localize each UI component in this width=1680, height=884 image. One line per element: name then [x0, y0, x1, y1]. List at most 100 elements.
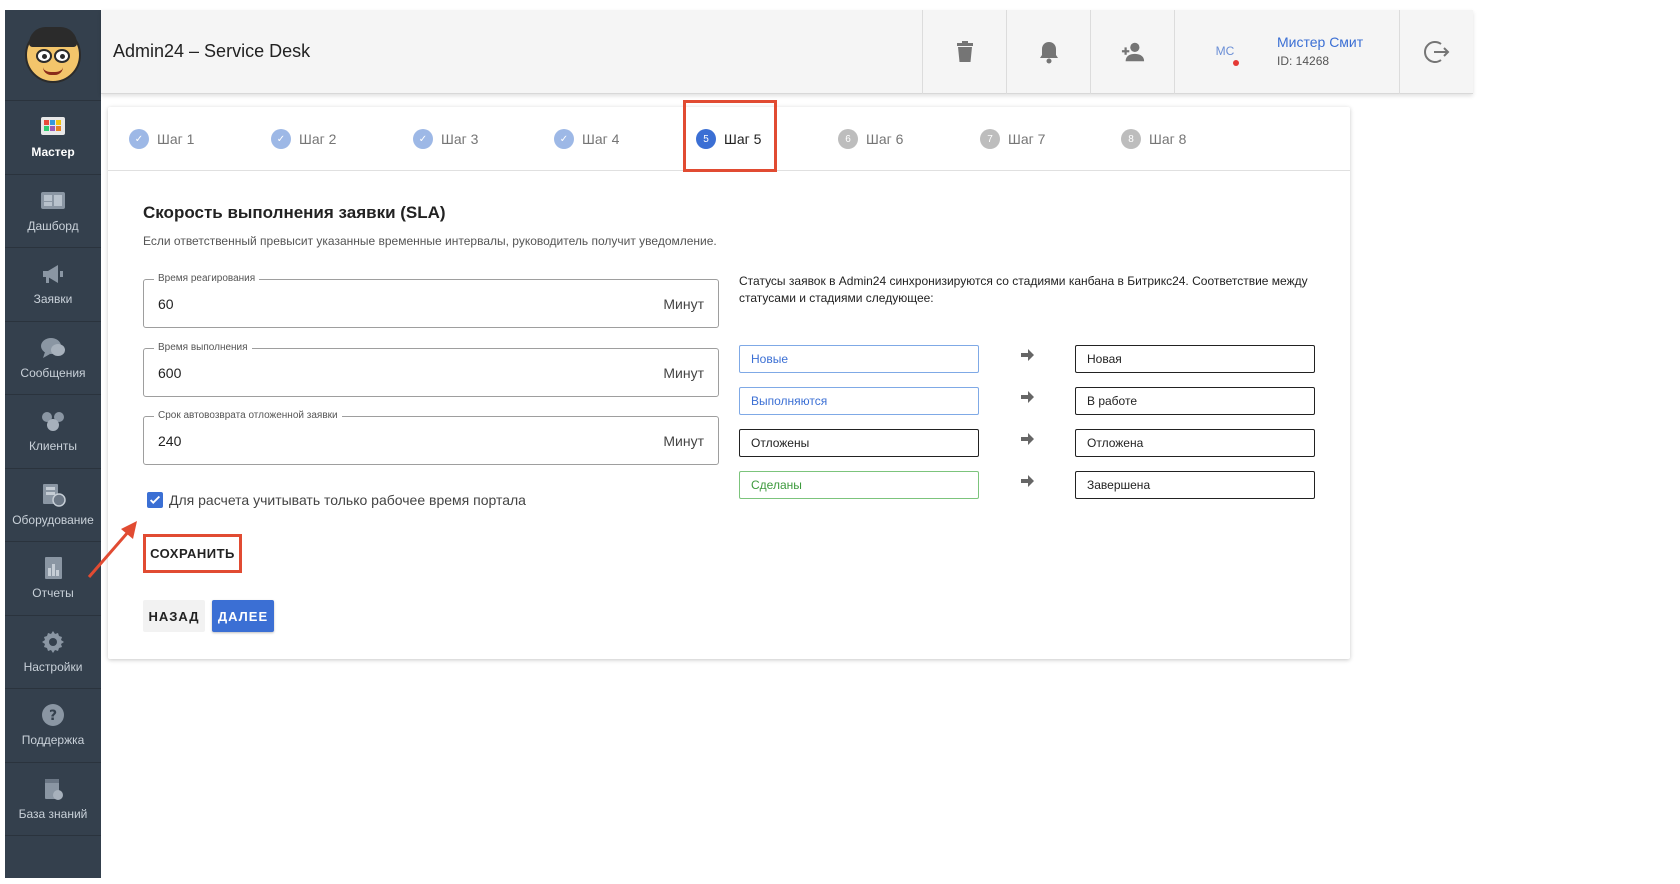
- field-value[interactable]: 60: [158, 296, 174, 312]
- field-label: Время выполнения: [154, 342, 252, 353]
- sidebar-item-messages[interactable]: Сообщения: [5, 322, 101, 395]
- admin24-status: Выполняются: [739, 387, 979, 415]
- step-label: Шаг 8: [1149, 131, 1187, 147]
- step-number: 6: [838, 129, 858, 149]
- logout-button[interactable]: [1400, 10, 1473, 94]
- clients-icon: [39, 409, 67, 433]
- admin24-status: Отложены: [739, 429, 979, 457]
- gear-icon: [39, 630, 67, 654]
- user-menu[interactable]: МС Мистер Смит ID: 14268: [1174, 10, 1400, 94]
- field-unit: Минут: [663, 365, 704, 381]
- step-2[interactable]: ✓ Шаг 2: [271, 128, 336, 150]
- chat-icon: [39, 336, 67, 360]
- step-label: Шаг 2: [299, 131, 337, 147]
- check-icon: ✓: [413, 129, 433, 149]
- step-label: Шаг 1: [157, 131, 195, 147]
- checkbox-label: Для расчета учитывать только рабочее вре…: [169, 492, 526, 508]
- step-number: 7: [980, 129, 1000, 149]
- reports-icon: [39, 556, 67, 580]
- back-button[interactable]: НАЗАД: [143, 600, 205, 632]
- field-value[interactable]: 240: [158, 433, 181, 449]
- sidebar-item-label: Сообщения: [20, 365, 86, 380]
- save-button[interactable]: СОХРАНИТЬ: [143, 534, 242, 573]
- arrow-right-icon: [1020, 432, 1034, 446]
- field-label: Срок автовозврата отложенной заявки: [154, 410, 342, 421]
- user-id: ID: 14268: [1277, 54, 1330, 68]
- app-window: Мастер Дашборд Заявки Сообщения Клиенты: [5, 10, 1595, 878]
- field-label: Время реагирования: [154, 273, 260, 284]
- arrow-right-icon: [1020, 390, 1034, 404]
- step-3[interactable]: ✓ Шаг 3: [413, 128, 478, 150]
- sidebar-item-requests[interactable]: Заявки: [5, 248, 101, 322]
- step-label: Шаг 4: [582, 131, 620, 147]
- step-7[interactable]: 7 Шаг 7: [980, 128, 1045, 150]
- logout-icon: [1423, 41, 1449, 63]
- add-user-button[interactable]: [1090, 10, 1174, 94]
- step-8[interactable]: 8 Шаг 8: [1121, 128, 1186, 150]
- check-icon: ✓: [271, 129, 291, 149]
- sidebar-item-label: Поддержка: [21, 733, 85, 748]
- admin24-status: Сделаны: [739, 471, 979, 499]
- sidebar-item-label: Оборудование: [12, 512, 94, 527]
- working-time-checkbox[interactable]: [147, 492, 163, 508]
- step-label: Шаг 7: [1008, 131, 1046, 147]
- active-step-highlight: [683, 100, 777, 172]
- sidebar-item-knowledge-base[interactable]: База знаний: [5, 763, 101, 836]
- megaphone-icon: [39, 262, 67, 286]
- field-value[interactable]: 600: [158, 365, 181, 381]
- step-label: Шаг 3: [441, 131, 479, 147]
- wizard-icon: [39, 115, 67, 139]
- bitrix24-stage: Завершена: [1075, 471, 1315, 499]
- next-button[interactable]: ДАЛЕЕ: [212, 600, 274, 632]
- sidebar-item-label: Мастер: [31, 145, 75, 160]
- sidebar-item-label: Дашборд: [27, 218, 79, 233]
- step-4[interactable]: ✓ Шаг 4: [554, 128, 619, 150]
- sidebar: Мастер Дашборд Заявки Сообщения Клиенты: [5, 10, 101, 878]
- arrow-right-icon: [1020, 474, 1034, 488]
- status-dot: [1233, 60, 1239, 66]
- field-unit: Минут: [663, 296, 704, 312]
- sidebar-item-label: Отчеты: [32, 586, 74, 601]
- step-1[interactable]: ✓ Шаг 1: [129, 128, 194, 150]
- sidebar-item-wizard[interactable]: Мастер: [5, 101, 101, 175]
- wizard-card: ✓ Шаг 1 ✓ Шаг 2 ✓ Шаг 3 ✓ Шаг 4 5 Шаг 5 …: [108, 100, 1350, 659]
- response-time-field[interactable]: Время реагирования 60 Минут: [143, 273, 719, 328]
- sidebar-item-settings[interactable]: Настройки: [5, 616, 101, 689]
- app-logo[interactable]: [5, 10, 101, 101]
- field-unit: Минут: [663, 433, 704, 449]
- bell-icon: [1039, 42, 1058, 64]
- bitrix24-stage: Отложена: [1075, 429, 1315, 457]
- section-title: Скорость выполнения заявки (SLA): [143, 203, 446, 222]
- top-bar: Admin24 – Service Desk МС Мистер Смит ID…: [101, 10, 1473, 94]
- stepper: ✓ Шаг 1 ✓ Шаг 2 ✓ Шаг 3 ✓ Шаг 4 5 Шаг 5 …: [108, 100, 1350, 172]
- sidebar-item-label: Настройки: [23, 659, 83, 674]
- check-icon: ✓: [129, 129, 149, 149]
- status-mapping-description: Статусы заявок в Admin24 синхронизируютс…: [739, 274, 1308, 305]
- sidebar-item-clients[interactable]: Клиенты: [5, 395, 101, 469]
- annotation-arrow: [87, 521, 137, 578]
- trash-icon: [956, 41, 973, 62]
- equipment-icon: [39, 483, 67, 507]
- dashboard-icon: [39, 189, 67, 213]
- bitrix24-stage: В работе: [1075, 387, 1315, 415]
- sidebar-item-support[interactable]: ? Поддержка: [5, 689, 101, 763]
- notifications-button[interactable]: [1006, 10, 1090, 94]
- mascot-logo-icon: [25, 27, 81, 83]
- working-time-checkbox-row[interactable]: Для расчета учитывать только рабочее вре…: [147, 492, 526, 508]
- resolution-time-field[interactable]: Время выполнения 600 Минут: [143, 342, 719, 397]
- step-label: Шаг 6: [866, 131, 904, 147]
- admin24-status: Новые: [739, 345, 979, 373]
- step-6[interactable]: 6 Шаг 6: [838, 128, 903, 150]
- sidebar-item-label: База знаний: [18, 806, 88, 821]
- svg-text:?: ?: [49, 708, 57, 724]
- sidebar-item-label: Клиенты: [28, 439, 78, 454]
- knowledge-base-icon: [39, 777, 67, 801]
- step-number: 8: [1121, 129, 1141, 149]
- section-description: Если ответственный превысит указанные вр…: [143, 234, 717, 248]
- trash-button[interactable]: [922, 10, 1006, 94]
- arrow-right-icon: [1020, 348, 1034, 362]
- check-icon: ✓: [554, 129, 574, 149]
- auto-return-time-field[interactable]: Срок автовозврата отложенной заявки 240 …: [143, 410, 719, 465]
- sidebar-item-dashboard[interactable]: Дашборд: [5, 175, 101, 248]
- user-name[interactable]: Мистер Смит: [1277, 34, 1363, 50]
